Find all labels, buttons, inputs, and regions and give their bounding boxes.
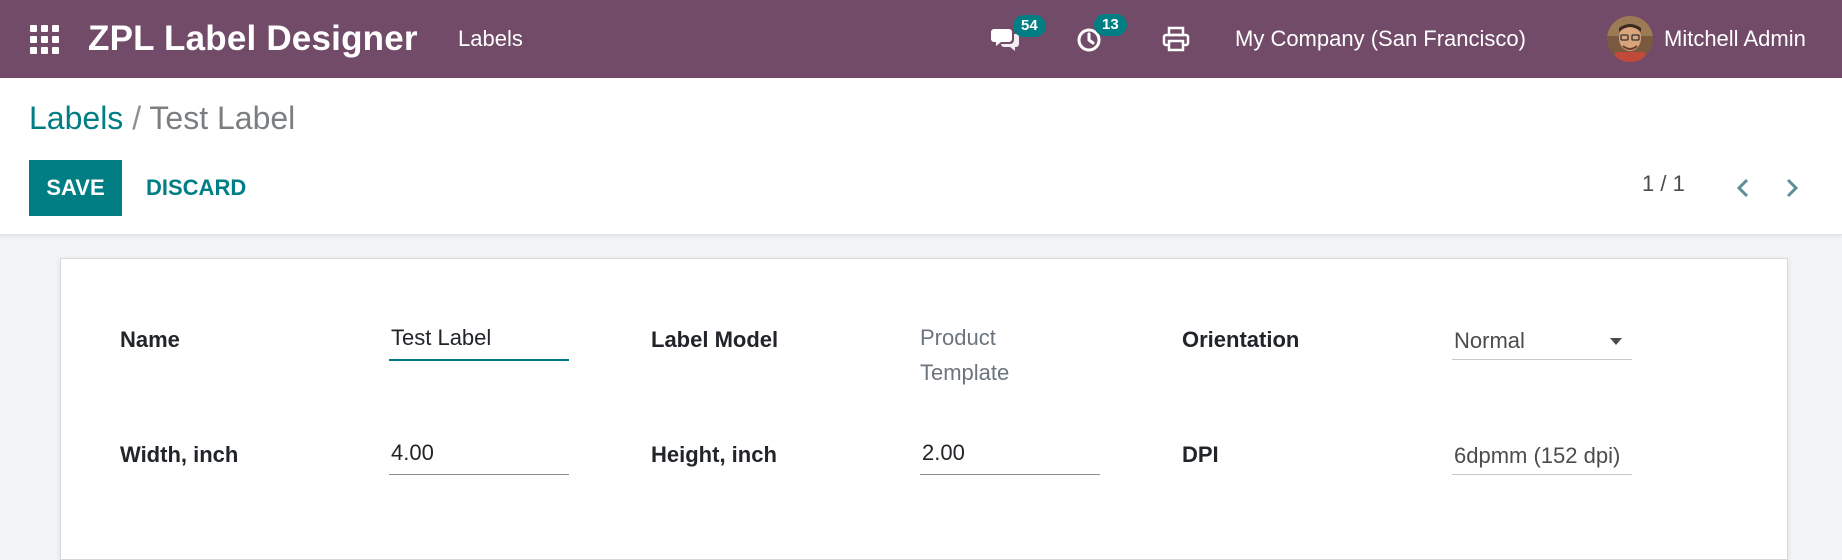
print-button[interactable] xyxy=(1159,0,1193,78)
app-menu-button[interactable] xyxy=(26,0,62,78)
height-field-wrapper xyxy=(920,438,1102,475)
user-name[interactable]: Mitchell Admin xyxy=(1664,0,1806,78)
orientation-select[interactable]: Normal xyxy=(1452,323,1632,360)
pager-previous-button[interactable] xyxy=(1725,168,1761,208)
name-field[interactable] xyxy=(389,323,571,351)
height-label: Height, inch xyxy=(651,442,777,467)
label-model-line2: Template xyxy=(920,360,1010,385)
company-switcher[interactable]: My Company (San Francisco) xyxy=(1235,0,1526,78)
control-panel: Labels / Test Label SAVE DISCARD 1 / 1 xyxy=(0,78,1842,235)
messages-button[interactable]: 54 xyxy=(988,0,1046,78)
width-field-wrapper xyxy=(389,438,571,475)
dpi-selected-value: 6dpmm (152 dpi) xyxy=(1454,443,1621,468)
chevron-right-icon xyxy=(1786,178,1799,198)
activities-count-badge: 13 xyxy=(1094,14,1127,36)
apps-grid-icon xyxy=(29,24,59,54)
breadcrumb-parent-link[interactable]: Labels xyxy=(29,100,123,136)
breadcrumb-current: Test Label xyxy=(149,100,296,136)
messages-count-badge: 54 xyxy=(1013,15,1046,37)
chevron-down-icon xyxy=(1610,337,1622,345)
chevron-left-icon xyxy=(1736,178,1749,198)
pager-next-button[interactable] xyxy=(1774,168,1810,208)
pager-value[interactable]: 1 / 1 xyxy=(1642,171,1685,197)
app-title[interactable]: ZPL Label Designer xyxy=(88,0,418,78)
menu-item-labels[interactable]: Labels xyxy=(458,0,523,78)
dpi-label: DPI xyxy=(1182,442,1219,467)
dpi-select[interactable]: 6dpmm (152 dpi) xyxy=(1452,438,1632,475)
width-label: Width, inch xyxy=(120,442,239,467)
breadcrumb: Labels / Test Label xyxy=(29,100,295,137)
label-model-value: Product Template xyxy=(920,320,1100,390)
name-label: Name xyxy=(120,327,180,352)
user-menu-avatar[interactable] xyxy=(1607,0,1653,78)
top-navbar: ZPL Label Designer Labels 54 13 My Compa… xyxy=(0,0,1842,78)
printer-icon xyxy=(1159,22,1193,56)
form-sheet: Name Label Model Product Template Orient… xyxy=(60,258,1788,560)
breadcrumb-separator: / xyxy=(132,100,142,136)
height-field[interactable] xyxy=(920,438,1102,466)
discard-button[interactable]: DISCARD xyxy=(132,160,260,216)
label-model-label: Label Model xyxy=(651,327,779,352)
orientation-label: Orientation xyxy=(1182,327,1300,352)
activities-button[interactable]: 13 xyxy=(1072,0,1127,78)
avatar xyxy=(1607,16,1653,62)
save-button[interactable]: SAVE xyxy=(29,160,122,216)
orientation-selected-value: Normal xyxy=(1454,328,1525,353)
width-field[interactable] xyxy=(389,438,571,466)
name-field-wrapper xyxy=(389,323,571,361)
label-model-line1: Product xyxy=(920,325,996,350)
